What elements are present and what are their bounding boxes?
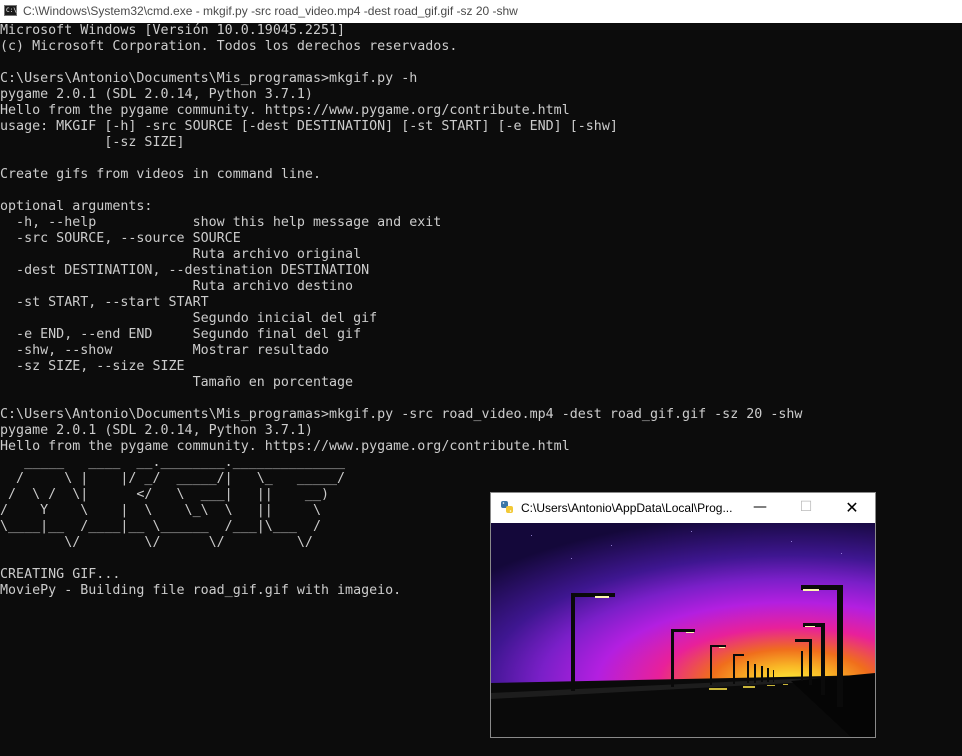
pygame-preview-window[interactable]: C:\Users\Antonio\AppData\Local\Prog... —… <box>490 492 876 738</box>
console-line: \____|__ /____|__ \______ /___|\___ / <box>0 519 321 534</box>
console-line: pygame 2.0.1 (SDL 2.0.14, Python 3.7.1) <box>0 423 313 438</box>
console-line: [-sz SIZE] <box>0 135 185 150</box>
python-icon <box>501 501 513 513</box>
console-line: -h, --help show this help message and ex… <box>0 215 442 230</box>
console-line: C:\Users\Antonio\Documents\Mis_programas… <box>0 71 418 86</box>
console-line: \/ \/ \/ \/ <box>0 535 313 550</box>
console-line: usage: MKGIF [-h] -src SOURCE [-dest DES… <box>0 119 618 134</box>
console-line: Ruta archivo destino <box>0 279 354 294</box>
console-line: Hello from the pygame community. https:/… <box>0 103 570 118</box>
console-line: _____ ____ __.________.______________ <box>0 455 346 470</box>
road-gif-preview <box>491 523 875 737</box>
console-line: Hello from the pygame community. https:/… <box>0 439 570 454</box>
console-line: / \ | |/ _/ _____/| \_ _____/ <box>0 471 346 486</box>
console-line: / Y \ | \ \_\ \ || \ <box>0 503 321 518</box>
console-line: pygame 2.0.1 (SDL 2.0.14, Python 3.7.1) <box>0 87 313 102</box>
minimize-button[interactable]: — <box>737 493 783 522</box>
console-line: Segundo inicial del gif <box>0 311 378 326</box>
console-line: Ruta archivo original <box>0 247 362 262</box>
console-line: Microsoft Windows [Versión 10.0.19045.22… <box>0 23 346 38</box>
console-line: Create gifs from videos in command line. <box>0 167 321 182</box>
console-line: -st START, --start START <box>0 295 209 310</box>
popup-title-bar[interactable]: C:\Users\Antonio\AppData\Local\Prog... —… <box>491 493 875 522</box>
close-button[interactable]: ✕ <box>829 493 875 522</box>
console-line: optional arguments: <box>0 199 153 214</box>
maximize-button[interactable]: ☐ <box>783 493 829 522</box>
title-bar[interactable]: C:\ C:\Windows\System32\cmd.exe - mkgif.… <box>0 0 962 23</box>
console-line: -e END, --end END Segundo final del gif <box>0 327 362 342</box>
console-line: -dest DESTINATION, --destination DESTINA… <box>0 263 370 278</box>
console-line: / \ / \| </ \ ___| || __) <box>0 487 329 502</box>
console-line: Tamaño en porcentage <box>0 375 354 390</box>
window-title: C:\Windows\System32\cmd.exe - mkgif.py -… <box>23 4 518 18</box>
sky <box>491 523 875 683</box>
console-line: CREATING GIF... <box>0 567 121 582</box>
cmd-icon: C:\ <box>4 5 17 16</box>
console-line: -src SOURCE, --source SOURCE <box>0 231 241 246</box>
console-line: MoviePy - Building file road_gif.gif wit… <box>0 583 402 598</box>
popup-title: C:\Users\Antonio\AppData\Local\Prog... <box>521 501 733 515</box>
console-line: -shw, --show Mostrar resultado <box>0 343 329 358</box>
console-line: (c) Microsoft Corporation. Todos los der… <box>0 39 458 54</box>
console-line: C:\Users\Antonio\Documents\Mis_programas… <box>0 407 803 422</box>
console-line: -sz SIZE, --size SIZE <box>0 359 185 374</box>
